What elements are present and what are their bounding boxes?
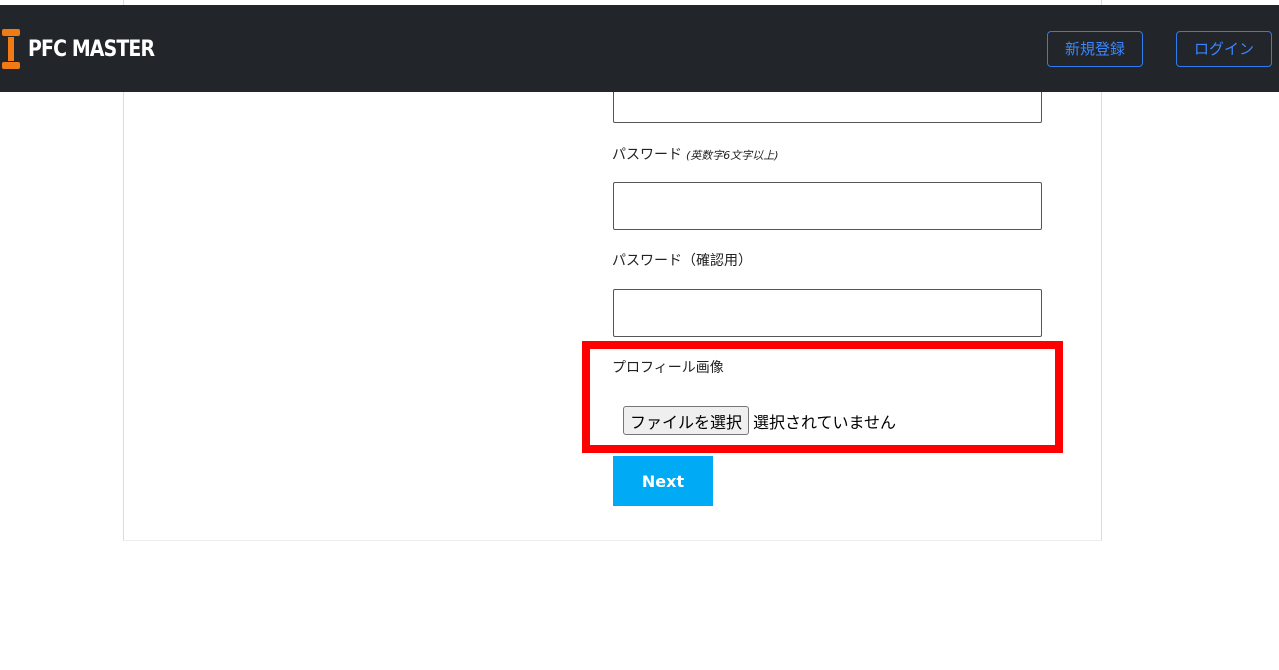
brand-name: PFC MASTER [28, 36, 155, 62]
password-label-text: パスワード [612, 147, 682, 163]
password-confirm-field[interactable] [613, 289, 1042, 337]
brand-logo[interactable]: PFC MASTER [0, 29, 175, 69]
choose-file-button[interactable]: ファイルを選択 [623, 406, 750, 435]
password-confirm-label: パスワード（確認用） [612, 253, 752, 269]
profile-image-file-input[interactable]: ファイルを選択 選択されていません [623, 406, 896, 435]
page: PFC MASTER 新規登録 ログイン パスワード (英数字6文字以上) パスワ… [0, 0, 1279, 670]
dumbbell-icon [0, 29, 22, 69]
navbar: PFC MASTER 新規登録 ログイン [0, 5, 1279, 92]
next-button[interactable]: Next [613, 456, 713, 506]
signup-button[interactable]: 新規登録 [1047, 31, 1143, 67]
profile-image-label: プロフィール画像 [612, 360, 724, 376]
file-status-text: 選択されていません [753, 412, 897, 432]
password-field[interactable] [613, 182, 1042, 230]
password-label: パスワード (英数字6文字以上) [612, 144, 779, 164]
login-button[interactable]: ログイン [1176, 31, 1272, 67]
password-note: (英数字6文字以上) [686, 149, 779, 162]
